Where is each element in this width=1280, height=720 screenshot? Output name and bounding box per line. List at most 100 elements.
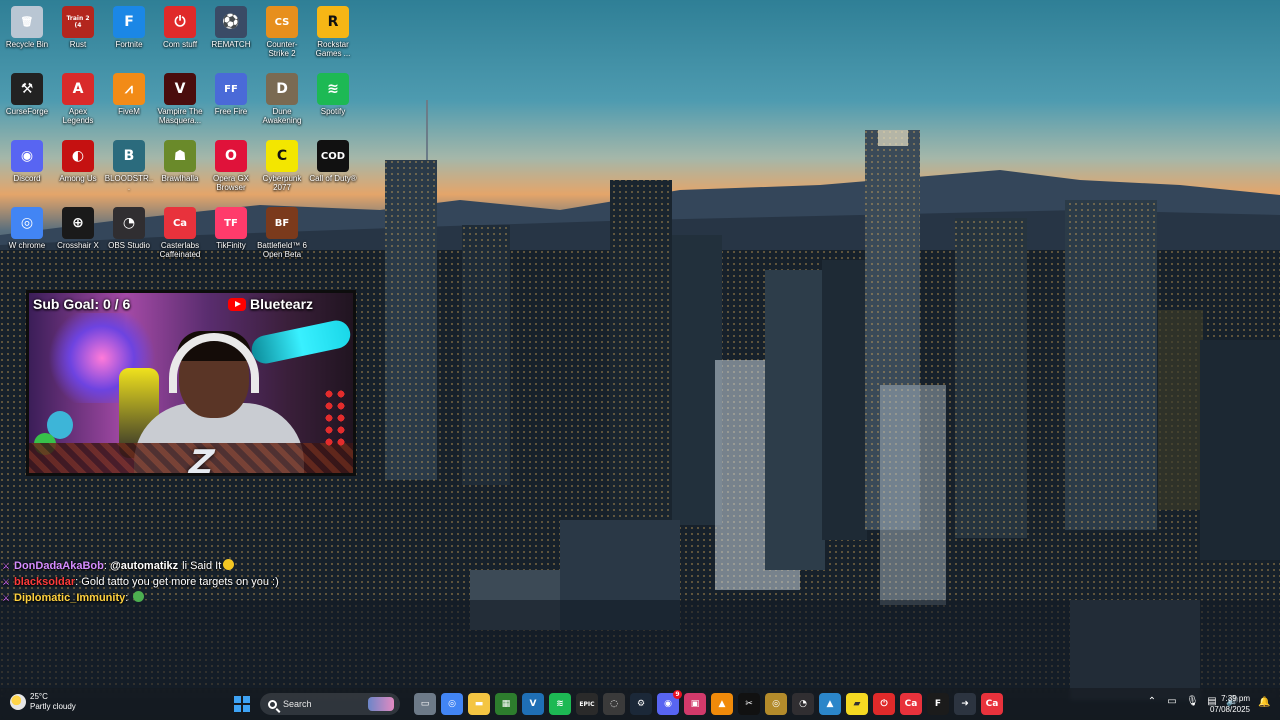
- stream-chat: ⚔ DonDadaAkaBob: @automatikz li Said It ⚔ bl…: [2, 558, 279, 606]
- weather-widget[interactable]: 25°C Partly cloudy: [10, 692, 76, 712]
- desktop-icon-label: Opera GX Browser: [212, 174, 249, 192]
- desktop-icon-casterlabs[interactable]: Ca Casterlabs Caffeinated: [155, 203, 205, 267]
- taskbar-app-sticky-notes[interactable]: ▰: [846, 693, 868, 715]
- among-us-icon: ◐: [62, 140, 94, 172]
- chrome-icon: ◎: [448, 699, 456, 709]
- chat-username[interactable]: DonDadaAkaBob: [14, 560, 104, 572]
- notification-bell-icon[interactable]: 🔔: [1258, 697, 1270, 709]
- chevron-up-icon[interactable]: ⌃: [1146, 696, 1158, 708]
- chat-username[interactable]: Diplomatic_Immunity: [14, 592, 125, 604]
- taskbar-app-fortnite[interactable]: F: [927, 693, 949, 715]
- desktop-icon-crosshair[interactable]: ⊕ Crosshair X: [53, 203, 103, 267]
- desktop-icon-rematch[interactable]: ⚽ REMATCH: [206, 2, 256, 66]
- recycle-bin-icon: 🗑: [11, 6, 43, 38]
- desktop-icon-chrome[interactable]: ◎ W chrome: [2, 203, 52, 267]
- chat-badge-icon: ⚔: [2, 593, 11, 603]
- taskbar-app-epic-games[interactable]: EPIC: [576, 693, 598, 715]
- taskbar-app-chrome[interactable]: ◎: [441, 693, 463, 715]
- start-button[interactable]: [234, 696, 250, 712]
- desktop-icon-label: Apex Legends: [62, 107, 94, 125]
- chat-message-text: li Said It: [182, 560, 222, 572]
- desktop-icon-battlefield[interactable]: BF Battlefield™ 6 Open Beta: [257, 203, 307, 267]
- desktop-icon-brawlhalla[interactable]: ☗ Brawlhalla: [155, 136, 205, 200]
- desktop-icon-label: CurseForge: [5, 107, 49, 116]
- desktop-icon-vampire[interactable]: V Vampire The Masquera...: [155, 69, 205, 133]
- taskbar-app-vscode[interactable]: V: [522, 693, 544, 715]
- grinning-emoji-icon: [223, 559, 235, 570]
- desktop-icon-label: Vampire The Masquera...: [157, 107, 203, 125]
- desktop-icon-free-fire[interactable]: FF Free Fire: [206, 69, 256, 133]
- microphone-icon[interactable]: 🎙: [1186, 696, 1199, 708]
- desktop-icon-recycle-bin[interactable]: 🗑 Recycle Bin: [2, 2, 52, 66]
- taskbar-app-task-view[interactable]: ▭: [414, 693, 436, 715]
- steam-icon: ⚙: [636, 699, 646, 709]
- desktop-icon-apex[interactable]: A Apex Legends: [53, 69, 103, 133]
- task-view-icon: ▭: [420, 699, 430, 709]
- taskbar-app-file-explorer[interactable]: ▬: [468, 693, 490, 715]
- green-emote-icon: [133, 591, 145, 602]
- photos-icon: ▣: [690, 699, 700, 709]
- desktop-icon-label: Counter-Strike 2: [266, 40, 298, 58]
- desktop-icon-rust[interactable]: Train 2 (4 Rust: [53, 2, 103, 66]
- terminal-icon: ▦: [501, 699, 511, 709]
- taskbar-app-arrow[interactable]: ➜: [954, 693, 976, 715]
- taskbar-app-steam[interactable]: ⚙: [630, 693, 652, 715]
- desktop-icon-label: W chrome: [8, 241, 46, 250]
- discord-icon: ◉: [664, 699, 672, 709]
- vampire-icon: V: [164, 73, 196, 105]
- desktop-icon-bloodstrike[interactable]: B BLOODSTR...: [104, 136, 154, 200]
- taskbar-app-discord[interactable]: ◉ 9: [657, 690, 682, 715]
- taskbar-app-photos[interactable]: ▣: [684, 693, 706, 715]
- taskbar-app-settings-ring[interactable]: ◌: [603, 693, 625, 715]
- desktop-icon-curseforge[interactable]: ⚒ CurseForge: [2, 69, 52, 133]
- taskbar-app-vlc[interactable]: ▲: [711, 693, 733, 715]
- search-box[interactable]: Search: [260, 693, 400, 715]
- taskbar-app-gold-ring[interactable]: ◎: [765, 693, 787, 715]
- obs-icon: ◔: [113, 207, 145, 239]
- taskbar-app-capcut[interactable]: ✂: [738, 693, 760, 715]
- taskbar-app-terminal[interactable]: ▦: [495, 693, 517, 715]
- settings-ring-icon: ◌: [610, 699, 618, 709]
- weather-temperature: 25°C: [30, 692, 48, 701]
- desktop-icon-label: Brawlhalla: [161, 174, 199, 183]
- desktop-icon-tikfinity[interactable]: TF TikFinity: [206, 203, 256, 267]
- desktop-icon-opera-gx[interactable]: O Opera GX Browser: [206, 136, 256, 200]
- desktop-icon-rockstar[interactable]: R Rockstar Games ...: [308, 2, 358, 66]
- obs-icon: ◔: [799, 699, 807, 709]
- taskbar-app-obs[interactable]: ◔: [792, 693, 814, 715]
- desktop-icon-spotify[interactable]: ≋ Spotify: [308, 69, 358, 133]
- taskbar-app-spotify[interactable]: ≋: [549, 693, 571, 715]
- taskbar-app-gallery[interactable]: ▲: [819, 693, 841, 715]
- microphone: [249, 317, 353, 367]
- apex-icon: A: [62, 73, 94, 105]
- usb-icon[interactable]: ▭: [1166, 696, 1178, 708]
- desktop-icon-label: Rockstar Games ...: [315, 40, 351, 58]
- clock[interactable]: 7:39 pm 07/08/2025: [1210, 693, 1250, 715]
- desktop-icon-power[interactable]: ⏻ Com stuff: [155, 2, 205, 66]
- desktop-icon-fortnite[interactable]: F Fortnite: [104, 2, 154, 66]
- notification-badge: 9: [673, 690, 682, 699]
- desktop-icon-among-us[interactable]: ◐ Among Us: [53, 136, 103, 200]
- spotify-icon: ≋: [317, 73, 349, 105]
- clock-time: 7:39 pm: [1221, 694, 1250, 703]
- desktop-icon-call-of-duty[interactable]: COD Call of Duty®: [308, 136, 358, 200]
- chat-message: ⚔ Diplomatic_Immunity:: [2, 590, 279, 606]
- desktop-icon-obs[interactable]: ◔ OBS Studio: [104, 203, 154, 267]
- desktop-icon-counter-strike[interactable]: CS Counter-Strike 2: [257, 2, 307, 66]
- taskbar-app-casterlabs[interactable]: Ca: [900, 693, 922, 715]
- desktop-icon-dune[interactable]: D Dune Awakening: [257, 69, 307, 133]
- taskbar-app-power[interactable]: ⏻: [873, 693, 895, 715]
- taskbar-app-casterlabs-alt[interactable]: Ca: [981, 693, 1003, 715]
- chat-username[interactable]: blacksoldar: [14, 576, 75, 588]
- desktop-icon-discord[interactable]: ◉ Discord: [2, 136, 52, 200]
- call-of-duty-icon: COD: [317, 140, 349, 172]
- desktop-icon-label: BLOODSTR...: [104, 174, 154, 192]
- partly-cloudy-icon: [10, 694, 26, 710]
- casterlabs-icon: Ca: [164, 207, 196, 239]
- chat-message: ⚔ blacksoldar: Gold tatto you get more ta…: [2, 576, 279, 588]
- rockstar-icon: R: [317, 6, 349, 38]
- desktop-icon-fivem[interactable]: ⩘ FiveM: [104, 69, 154, 133]
- desktop-icon-cyberpunk[interactable]: C Cyberpunk 2077: [257, 136, 307, 200]
- desktop-icon-label: Call of Duty®: [309, 174, 357, 183]
- fivem-icon: ⩘: [113, 73, 145, 105]
